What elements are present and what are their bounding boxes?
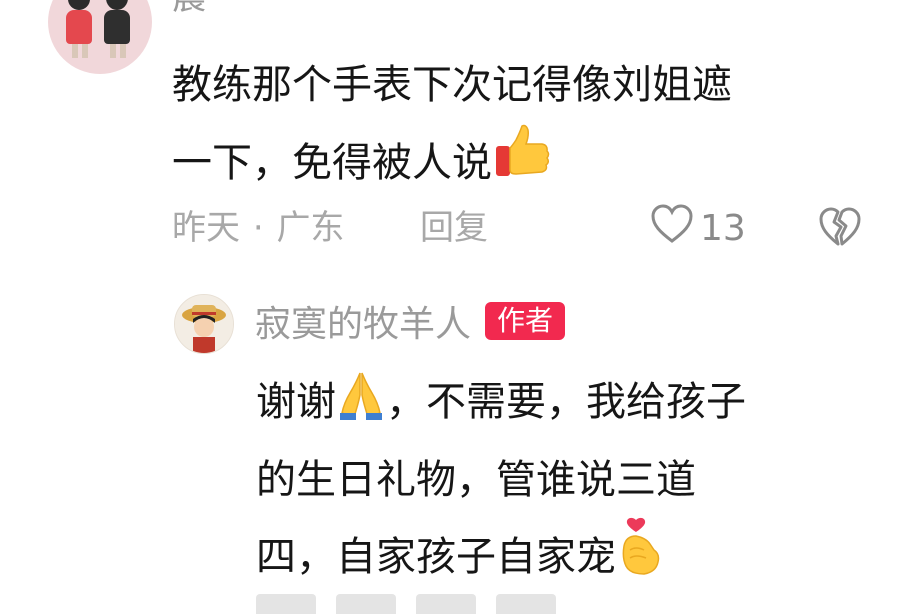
- reply-text-line-2: 的生日礼物，管谁说三道: [256, 457, 696, 503]
- reply-header: 寂寞的牧羊人 作者: [255, 295, 566, 347]
- like-button[interactable]: 13: [650, 203, 746, 253]
- finger-heart-icon: [616, 516, 664, 599]
- reply-text-line-1-b: ，不需要，我给孩子: [386, 379, 746, 425]
- reply-author-name[interactable]: 寂寞的牧羊人: [255, 295, 471, 347]
- comment-location: 广东: [276, 208, 345, 248]
- next-meta-row-cut: [256, 594, 876, 614]
- reply-author-avatar[interactable]: [174, 294, 234, 354]
- broken-heart-icon[interactable]: [818, 206, 862, 250]
- reply-text-line-1: 谢谢 ，不需要，我给孩子: [256, 366, 886, 444]
- commenter-name[interactable]: 晨: [172, 0, 206, 18]
- comment-text-line-2-text: 一下，免得被人说: [172, 140, 492, 186]
- comment-time: 昨天: [172, 208, 240, 248]
- comment-meta: 昨天 · 广东: [172, 206, 344, 250]
- reply-text-line-3-text: 四，自家孩子自家宠: [256, 534, 616, 580]
- comment-text-line-1: 教练那个手表下次记得像刘姐遮: [172, 62, 732, 108]
- reply-text: 谢谢 ，不需要，我给孩子 的生日礼物，管谁说三道 四，自家孩子自家宠: [256, 366, 886, 599]
- reply-button[interactable]: 回复: [420, 206, 488, 250]
- meta-separator: ·: [252, 208, 264, 248]
- commenter-avatar[interactable]: [48, 0, 152, 74]
- comment-text-line-2: 一下，免得被人说: [172, 120, 872, 204]
- folded-hands-icon: [336, 369, 386, 444]
- reply-text-line-1-a: 谢谢: [256, 379, 336, 425]
- thumbs-up-icon: [492, 120, 554, 204]
- heart-icon[interactable]: [650, 203, 694, 253]
- comment-text: 教练那个手表下次记得像刘姐遮 一下，免得被人说: [172, 50, 872, 204]
- author-badge: 作者: [485, 302, 566, 340]
- like-count: 13: [700, 207, 746, 249]
- reply-text-line-3: 四，自家孩子自家宠: [256, 516, 886, 599]
